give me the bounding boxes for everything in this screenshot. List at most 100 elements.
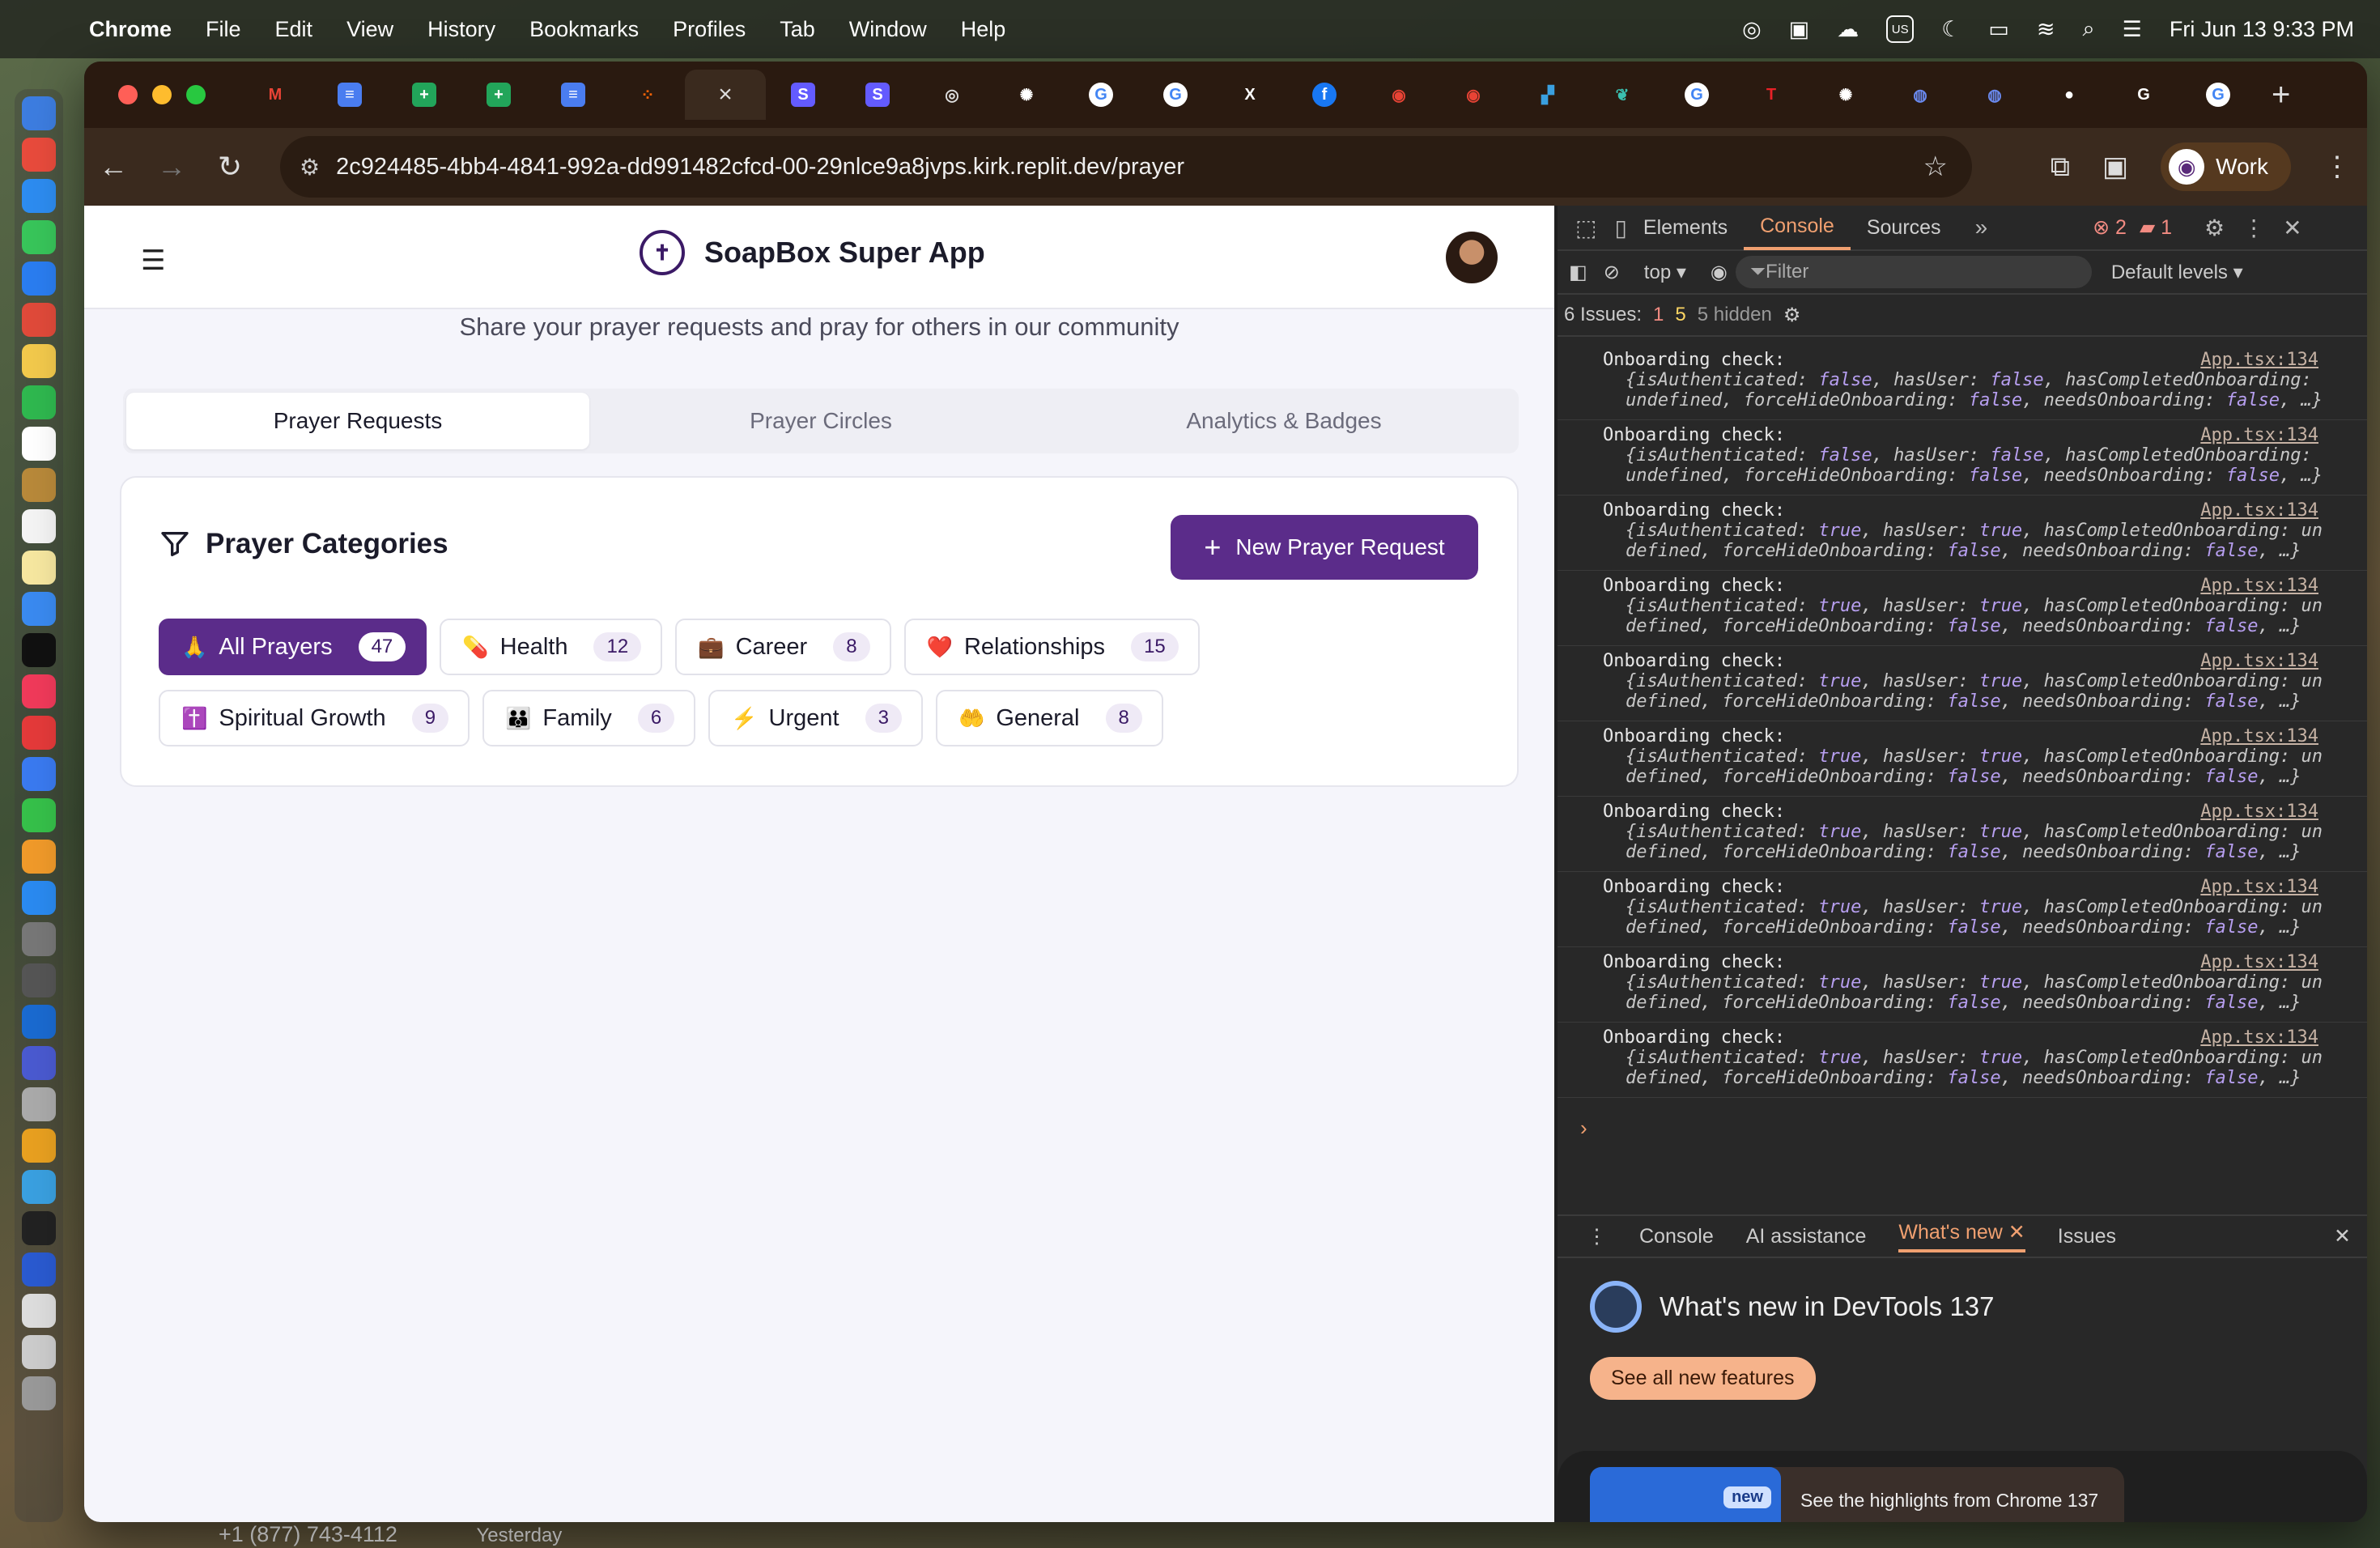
tab-gmail[interactable]: M [238, 70, 312, 120]
notes-icon[interactable] [22, 551, 56, 585]
console-filter-input[interactable]: ⏷ Filter [1735, 256, 2092, 288]
facetime-icon[interactable] [22, 385, 56, 419]
see-all-features-button[interactable]: See all new features [1590, 1357, 1816, 1400]
category-health[interactable]: 💊 Health 12 [440, 619, 663, 675]
tab-blue[interactable]: ▞ [1511, 70, 1585, 120]
clock[interactable]: Fri Jun 13 9:33 PM [2170, 17, 2354, 42]
chrome-icon[interactable] [22, 1129, 56, 1163]
source-link[interactable]: App.tsx:134 [2200, 1027, 2318, 1048]
tab-tesla[interactable]: T [1734, 70, 1808, 120]
tab-google-4[interactable]: G [2181, 70, 2255, 120]
tab-stripe-2[interactable]: S [840, 70, 915, 120]
inspect-element-icon[interactable]: ⬚ [1575, 215, 1596, 241]
trash-icon[interactable] [22, 1376, 56, 1410]
console-entry[interactable]: Onboarding check: App.tsx:134 {isAuthentic… [1558, 345, 2367, 420]
cast-icon[interactable]: ▣ [2102, 151, 2128, 183]
console-entry[interactable]: Onboarding check: App.tsx:134 {isAuthentic… [1558, 721, 2367, 797]
tab-active[interactable]: × [685, 70, 766, 120]
search-icon[interactable]: ⌕ [2083, 16, 2095, 42]
menu-view[interactable]: View [346, 17, 393, 42]
launchpad-icon[interactable] [22, 138, 56, 172]
contacts-icon[interactable] [22, 468, 56, 502]
devtools-settings-icon[interactable]: ⚙ [2204, 215, 2225, 241]
document-icon[interactable] [22, 1294, 56, 1328]
outlook-icon[interactable] [22, 1005, 56, 1039]
tab-sheets-2[interactable]: + [461, 70, 536, 120]
drawer-close-icon[interactable]: ✕ [2334, 1224, 2351, 1248]
tab-teal[interactable]: ❦ [1585, 70, 1660, 120]
devtools-tab-console[interactable]: Console [1744, 205, 1851, 250]
tab-analytics-badges[interactable]: Analytics & Badges [1052, 393, 1515, 449]
downloads-icon[interactable] [22, 1335, 56, 1369]
new-prayer-request-button[interactable]: + New Prayer Request [1171, 515, 1478, 580]
hamburger-menu-icon[interactable]: ☰ [141, 245, 165, 277]
battery-icon[interactable]: ▭ [1988, 17, 2009, 42]
pages-icon[interactable] [22, 840, 56, 874]
reload-button[interactable]: ↻ [201, 150, 259, 184]
console-object-line[interactable]: {isAuthenticated: true, hasUser: true, h… [1603, 596, 2327, 616]
source-link[interactable]: App.tsx:134 [2200, 425, 2318, 445]
source-link[interactable]: App.tsx:134 [2200, 651, 2318, 671]
tv-icon[interactable] [22, 633, 56, 667]
status-icon-3[interactable]: ☁ [1837, 17, 1859, 42]
mail-icon[interactable] [22, 262, 56, 296]
tab-red-1[interactable]: ◉ [1362, 70, 1436, 120]
tab-google-3[interactable]: G [1660, 70, 1734, 120]
input-source[interactable]: US [1886, 15, 1915, 43]
tab-google[interactable]: G [1064, 70, 1138, 120]
status-icon-1[interactable]: ◎ [1742, 17, 1762, 42]
user-avatar[interactable] [1446, 232, 1498, 283]
wifi-icon[interactable]: ≋ [2037, 17, 2055, 42]
calendar-icon[interactable] [22, 427, 56, 461]
tab-sheets[interactable]: + [387, 70, 461, 120]
minimize-window-button[interactable] [152, 85, 172, 104]
devtools-tab-elements[interactable]: Elements [1627, 205, 1744, 250]
clear-console-icon[interactable]: ⊘ [1604, 261, 1620, 284]
back-button[interactable]: ← [84, 150, 142, 184]
warning-count-badge[interactable]: ▰ 1 [2140, 215, 2172, 240]
app-brand[interactable]: ✝ SoapBox Super App [640, 230, 985, 275]
source-link[interactable]: App.tsx:134 [2200, 952, 2318, 972]
drawer-tab-issues[interactable]: Issues [2058, 1225, 2116, 1248]
console-object-line[interactable]: {isAuthenticated: false, hasUser: false,… [1603, 445, 2327, 466]
tab-soapbox[interactable]: ◍ [1883, 70, 1957, 120]
menu-bookmarks[interactable]: Bookmarks [529, 17, 639, 42]
tab-docs[interactable]: ≡ [312, 70, 387, 120]
source-link[interactable]: App.tsx:134 [2200, 802, 2318, 822]
category-urgent[interactable]: ⚡ Urgent 3 [708, 690, 923, 746]
device-toolbar-icon[interactable]: ▯ [1614, 215, 1626, 241]
source-link[interactable]: App.tsx:134 [2200, 576, 2318, 596]
dock-app-icon-2[interactable] [22, 1170, 56, 1204]
control-center-icon[interactable]: ☰ [2123, 17, 2142, 42]
drawer-tab-ai-assistance[interactable]: AI assistance [1746, 1225, 1867, 1248]
bookmark-star-icon[interactable]: ☆ [1923, 151, 1948, 183]
dock-app-icon[interactable] [22, 1087, 56, 1121]
menu-app-name[interactable]: Chrome [89, 17, 172, 42]
console-object-line[interactable]: {isAuthenticated: true, hasUser: true, h… [1603, 1048, 2327, 1068]
photos-icon[interactable] [22, 344, 56, 378]
tab-site[interactable]: ◎ [915, 70, 989, 120]
zoom-window-button[interactable] [186, 85, 206, 104]
address-bar[interactable]: ⚙ 2c924485-4bb4-4841-992a-dd991482cfcd-0… [280, 136, 1972, 198]
console-object-line[interactable]: {isAuthenticated: false, hasUser: false,… [1603, 370, 2327, 390]
maps-icon[interactable] [22, 303, 56, 337]
onepassword-icon[interactable] [22, 1252, 56, 1286]
source-link[interactable]: App.tsx:134 [2200, 350, 2318, 370]
tab-soapbox-2[interactable]: ◍ [1957, 70, 2032, 120]
preview-icon[interactable] [22, 963, 56, 997]
tab-facebook[interactable]: f [1287, 70, 1362, 120]
new-tab-button[interactable]: + [2272, 77, 2290, 113]
menu-tab[interactable]: Tab [780, 17, 815, 42]
console-object-line[interactable]: {isAuthenticated: true, hasUser: true, h… [1603, 822, 2327, 842]
menu-help[interactable]: Help [961, 17, 1006, 42]
browser-menu-icon[interactable]: ⋮ [2323, 151, 2351, 183]
finder-icon[interactable] [22, 96, 56, 130]
console-object-line[interactable]: {isAuthenticated: true, hasUser: true, h… [1603, 897, 2327, 917]
teams-icon[interactable] [22, 1046, 56, 1080]
app-store-icon[interactable] [22, 881, 56, 915]
menu-edit[interactable]: Edit [275, 17, 313, 42]
console-entry[interactable]: Onboarding check: App.tsx:134 {isAuthentic… [1558, 872, 2367, 947]
tab-openai[interactable]: ✺ [989, 70, 1064, 120]
video-thumbnail[interactable]: new [1590, 1467, 1781, 1522]
tab-openai-2[interactable]: ✺ [1808, 70, 1883, 120]
